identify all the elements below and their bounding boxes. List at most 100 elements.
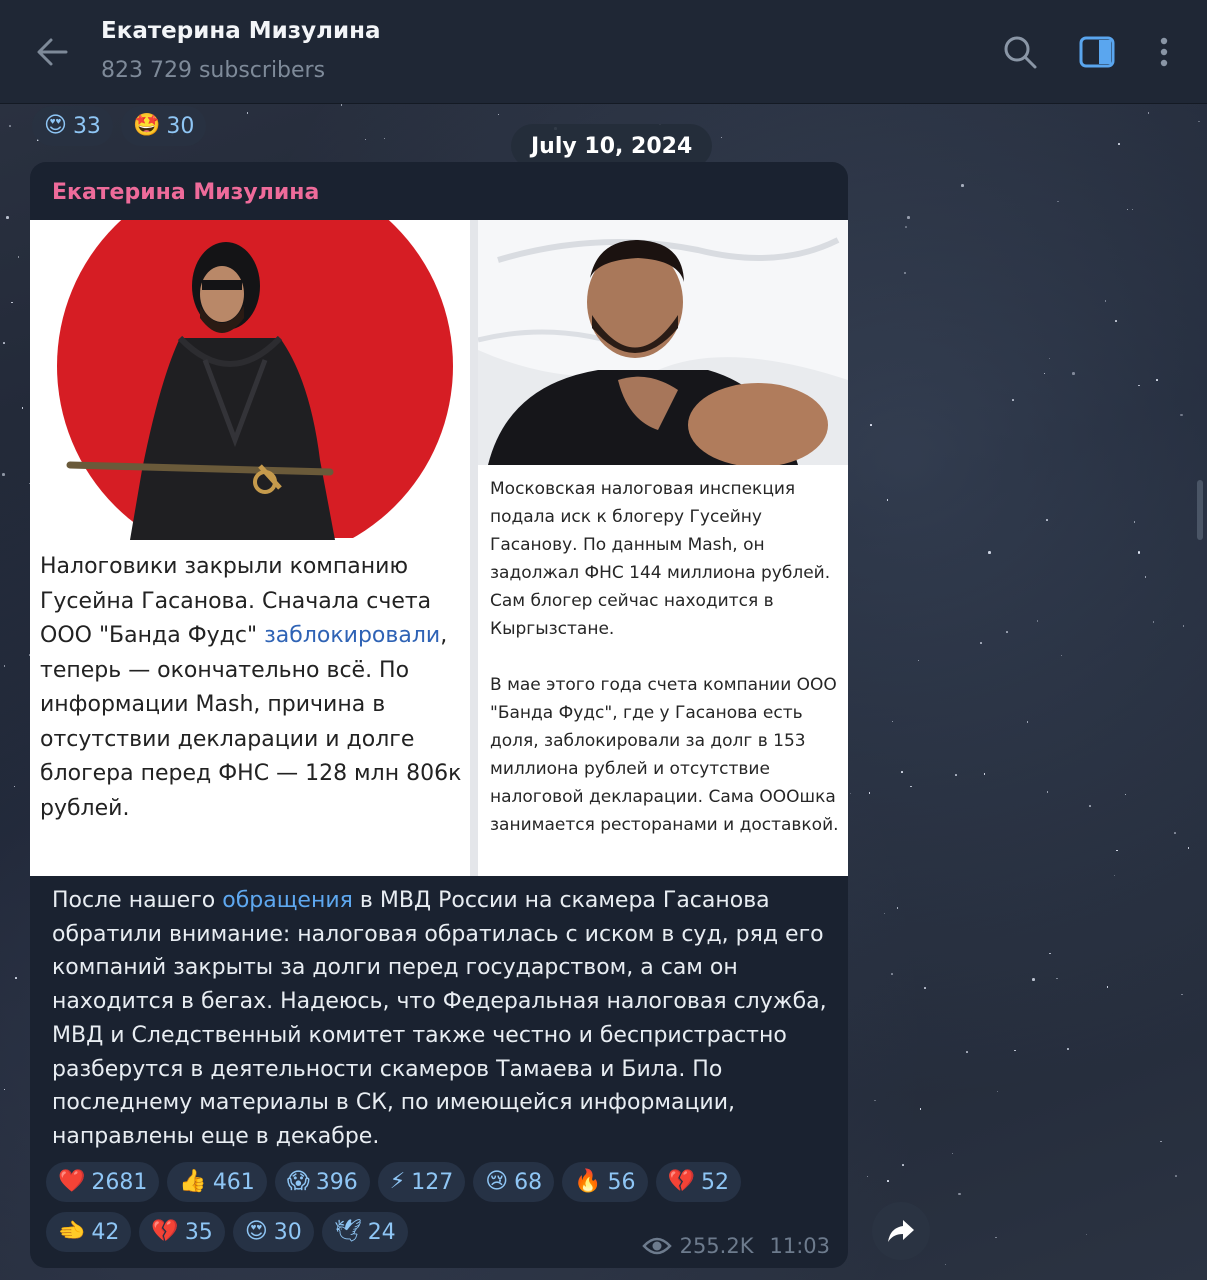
star-decoration — [3, 1088, 6, 1091]
reaction-chip[interactable]: 💔 35 — [139, 1212, 225, 1252]
back-arrow-icon[interactable] — [30, 30, 74, 74]
scrollbar-thumb[interactable] — [1197, 480, 1203, 540]
star-decoration — [1043, 372, 1045, 375]
star-decoration — [1072, 371, 1075, 375]
caption-text: , теперь — окончательно всё. По информац… — [40, 623, 462, 821]
star-decoration — [902, 1164, 904, 1166]
view-count: 255.2K — [679, 1234, 754, 1258]
star-decoration — [1048, 357, 1051, 360]
reaction-chip[interactable]: 🕊 24 — [321, 1212, 408, 1252]
star-decoration — [17, 256, 20, 258]
star-decoration — [1106, 986, 1109, 988]
star-decoration — [1026, 721, 1029, 723]
star-decoration — [868, 792, 871, 794]
media-left-caption: Налоговики закрыли компанию Гусейна Гаса… — [40, 550, 470, 826]
star-decoration — [497, 113, 500, 116]
reaction-chip[interactable]: 🔥 56 — [562, 1162, 648, 1202]
star-decoration — [983, 773, 986, 775]
star-decoration — [246, 112, 249, 114]
star-decoration — [1174, 832, 1176, 834]
subscriber-count: 823 729 subscribers — [101, 58, 326, 83]
star-decoration — [1036, 620, 1039, 622]
reaction-count: 33 — [72, 113, 101, 139]
star-decoration — [1046, 791, 1049, 793]
star-decoration — [1006, 631, 1008, 633]
reaction-chip[interactable]: 👍 461 — [167, 1162, 267, 1202]
star-decoration — [720, 136, 723, 139]
star-decoration — [966, 1051, 968, 1053]
star-decoration — [958, 1192, 962, 1196]
reaction-count: 30 — [166, 113, 195, 139]
caption-link[interactable]: заблокировали — [264, 623, 440, 648]
fire-emoji-icon: 🔥 — [574, 1169, 602, 1194]
reaction-chip[interactable]: 😍 33 — [32, 106, 113, 146]
reaction-count: 24 — [367, 1219, 396, 1245]
star-decoration — [907, 216, 910, 219]
star-decoration — [1137, 551, 1141, 554]
star-decoration — [364, 138, 367, 141]
sidebar-toggle-icon[interactable] — [1075, 30, 1119, 74]
star-decoration — [1147, 112, 1150, 114]
star-decoration — [15, 977, 17, 979]
star-decoration — [917, 659, 920, 662]
reaction-chip[interactable]: 😱 396 — [274, 1162, 370, 1202]
star-decoration — [1012, 399, 1014, 401]
star-decoration — [1138, 384, 1140, 387]
star-decoration — [995, 1236, 997, 1239]
star-decoration — [1180, 413, 1183, 417]
more-vertical-icon[interactable] — [1142, 30, 1186, 74]
star-decoration — [3, 342, 5, 344]
search-icon[interactable] — [998, 30, 1042, 74]
star-decoration — [13, 785, 16, 788]
star-decoration — [883, 912, 886, 915]
message-bubble[interactable]: Екатерина Мизулина Налоговики закрыли ко… — [30, 162, 848, 1268]
star-decoration — [996, 1090, 999, 1093]
reaction-chip[interactable]: ❤️ 2681 — [46, 1162, 160, 1202]
star-decoration — [910, 785, 912, 788]
reaction-chip[interactable]: 😍 30 — [232, 1212, 314, 1252]
star-decoration — [887, 1180, 889, 1182]
star-decoration — [1049, 952, 1051, 955]
message-media[interactable]: Налоговики закрыли компанию Гусейна Гаса… — [30, 220, 848, 876]
reaction-chip[interactable]: 😢 68 — [473, 1162, 555, 1202]
message-link[interactable]: обращения — [222, 888, 353, 913]
reaction-count: 52 — [700, 1169, 729, 1195]
star-decoration — [1032, 978, 1036, 982]
star-decoration — [866, 1175, 869, 1178]
star-decoration — [1056, 977, 1058, 980]
reaction-chip[interactable]: 🤩 30 — [120, 106, 207, 146]
star-decoration — [891, 973, 893, 975]
reaction-chip[interactable]: 💔 52 — [655, 1162, 741, 1202]
reaction-count: 35 — [184, 1219, 213, 1245]
reaction-count: 30 — [273, 1219, 302, 1245]
star-decoration — [849, 792, 852, 795]
star-decoration — [870, 424, 872, 426]
share-button[interactable] — [872, 1202, 930, 1260]
reaction-count: 56 — [607, 1169, 636, 1195]
star-decoration — [1085, 1233, 1088, 1236]
star-decoration — [1181, 993, 1183, 996]
star-decoration — [901, 771, 903, 773]
channel-title[interactable]: Екатерина Мизулина — [101, 18, 381, 44]
star-decoration — [1113, 874, 1116, 877]
message-text-segment: После нашего — [52, 888, 223, 913]
star-decoration — [21, 407, 24, 409]
star-decoration — [903, 271, 907, 275]
star-decoration — [944, 1263, 947, 1266]
reaction-chip[interactable]: 🫲 42 — [46, 1212, 132, 1252]
media-divider — [470, 220, 478, 876]
reaction-count: 396 — [315, 1169, 358, 1195]
eye-icon — [641, 1237, 672, 1255]
star-decoration — [1175, 1175, 1177, 1177]
reaction-chip[interactable]: ⚡ 127 — [377, 1162, 466, 1202]
star-decoration — [1118, 143, 1120, 145]
previous-message-reactions: 😍 33 🤩 30 — [32, 106, 207, 146]
star-decoration — [1133, 521, 1136, 523]
scream-emoji-icon: 😱 — [286, 1169, 310, 1194]
reaction-count: 2681 — [91, 1169, 148, 1195]
star-decoration — [1160, 1140, 1162, 1143]
message-author[interactable]: Екатерина Мизулина — [52, 180, 319, 205]
heart-emoji-icon: ❤️ — [58, 1169, 86, 1194]
message-text-segment: в МВД России на скамера Гасанова обратил… — [52, 888, 827, 1149]
star-decoration — [9, 125, 11, 127]
